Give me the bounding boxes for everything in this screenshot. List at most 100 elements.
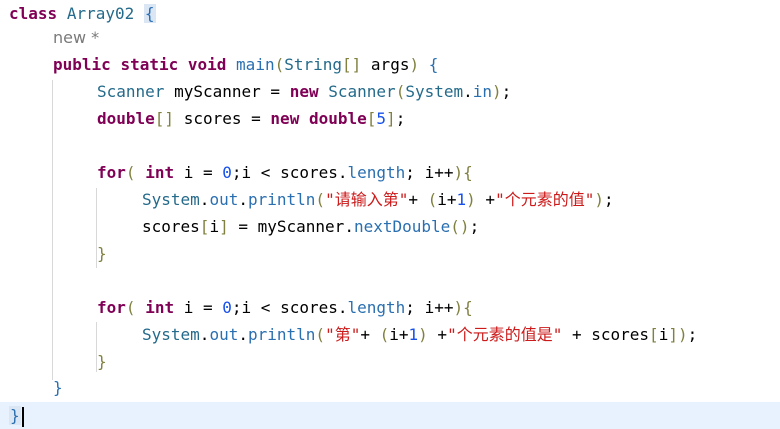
keyword-new: new xyxy=(289,82,319,101)
keyword-new: new xyxy=(270,109,300,128)
paren: ( xyxy=(379,325,390,344)
dot: . xyxy=(238,325,248,344)
keyword-void: void xyxy=(187,55,227,74)
variable-name: i xyxy=(209,217,220,236)
method-name: main xyxy=(236,55,275,74)
field-name: out xyxy=(209,325,239,344)
code-text: i+ xyxy=(389,325,409,344)
dot: . xyxy=(463,82,473,101)
keyword-class: class xyxy=(9,4,58,23)
type-name: System xyxy=(405,82,464,101)
text-cursor xyxy=(21,406,24,427)
string-literal: "第" xyxy=(325,325,361,344)
code-line-10[interactable]: } xyxy=(0,240,780,267)
keyword-public: public xyxy=(53,55,111,74)
field-name: out xyxy=(209,190,239,209)
operator: + xyxy=(475,190,496,209)
variable-name: scores xyxy=(142,217,200,236)
open-brace: { xyxy=(428,55,439,74)
bracket: [ xyxy=(649,325,659,344)
code-line-7[interactable]: for( int i = 0;i < scores.length; i++){ xyxy=(0,159,780,186)
dot: . xyxy=(199,190,210,209)
type-name: System xyxy=(142,190,200,209)
paren: ) xyxy=(677,325,688,344)
field-name: length xyxy=(347,163,406,182)
paren: ( xyxy=(125,163,136,182)
open-brace: { xyxy=(463,163,473,182)
close-brace: } xyxy=(97,352,107,371)
paren: ) xyxy=(453,163,464,182)
string-literal: "请输入第" xyxy=(325,190,409,209)
code-line-16[interactable]: } xyxy=(0,402,780,429)
paren: ( xyxy=(274,55,285,74)
variable-name: scores xyxy=(183,109,242,128)
paren: ) xyxy=(459,217,470,236)
method-call: nextDouble xyxy=(353,217,451,236)
keyword-double: double xyxy=(97,109,155,128)
semicolon: ; xyxy=(469,217,480,236)
bracket: [ xyxy=(366,109,377,128)
number-literal: 0 xyxy=(222,163,232,182)
keyword-for: for xyxy=(97,298,126,317)
close-brace: } xyxy=(9,406,21,425)
string-literal: "个元素的值是" xyxy=(447,325,563,344)
code-line-1[interactable]: class Array02 { xyxy=(0,0,780,27)
number-literal: 1 xyxy=(456,190,467,209)
code-text: + scores xyxy=(562,325,650,344)
semicolon: ; xyxy=(501,82,512,101)
brackets: [] xyxy=(154,109,175,128)
paren: ( xyxy=(427,190,438,209)
semicolon: ; xyxy=(603,190,614,209)
keyword-static: static xyxy=(120,55,179,74)
operator: + xyxy=(360,325,380,344)
open-brace: { xyxy=(143,4,156,23)
code-line-5[interactable]: double[] scores = new double[5]; xyxy=(0,105,780,132)
brackets: [] xyxy=(342,55,362,74)
number-literal: 5 xyxy=(376,109,387,128)
variable-name: myScanner xyxy=(174,82,261,101)
code-line-12[interactable]: for( int i = 0;i < scores.length; i++){ xyxy=(0,294,780,321)
field-name: in xyxy=(472,82,493,101)
number-literal: 0 xyxy=(222,298,232,317)
code-line-4[interactable]: Scanner myScanner = new Scanner(System.i… xyxy=(0,78,780,105)
bracket: ] xyxy=(386,109,396,128)
paren: ( xyxy=(315,190,326,209)
code-text: ; i++ xyxy=(405,298,454,317)
type-name: Scanner xyxy=(97,82,165,101)
inlay-hint[interactable]: new * xyxy=(53,28,99,47)
code-line-13[interactable]: System.out.println("第"+ (i+1) +"个元素的值是" … xyxy=(0,321,780,348)
code-line-14[interactable]: } xyxy=(0,348,780,375)
code-text: ;i < scores. xyxy=(231,163,348,182)
code-line-9[interactable]: scores[i] = myScanner.nextDouble(); xyxy=(0,213,780,240)
code-text: = myScanner. xyxy=(228,217,354,236)
operator: + xyxy=(427,325,448,344)
keyword-double: double xyxy=(308,109,367,128)
operator: = xyxy=(270,82,281,101)
keyword-int: int xyxy=(145,298,175,317)
number-literal: 1 xyxy=(408,325,419,344)
bracket: ] xyxy=(668,325,678,344)
operator: = xyxy=(251,109,261,128)
code-editor[interactable]: class Array02 { new * public static void… xyxy=(0,0,780,429)
type-name: String xyxy=(284,55,343,74)
paren: ( xyxy=(315,325,326,344)
code-text: i = xyxy=(174,298,223,317)
code-line-8[interactable]: System.out.println("请输入第"+ (i+1) +"个元素的值… xyxy=(0,186,780,213)
code-line-2[interactable]: new * xyxy=(0,24,780,51)
close-brace: } xyxy=(53,378,63,397)
method-call: println xyxy=(247,325,316,344)
method-call: println xyxy=(247,190,316,209)
code-text: i+ xyxy=(437,190,457,209)
param-name: args xyxy=(370,55,410,74)
keyword-int: int xyxy=(145,163,175,182)
type-name: Scanner xyxy=(328,82,396,101)
paren: ) xyxy=(594,190,604,209)
open-brace: { xyxy=(463,298,473,317)
code-line-15[interactable]: } xyxy=(0,374,780,401)
keyword-for: for xyxy=(97,163,126,182)
type-name: System xyxy=(142,325,200,344)
semicolon: ; xyxy=(395,109,406,128)
code-line-3[interactable]: public static void main(String[] args) { xyxy=(0,51,780,78)
paren: ) xyxy=(418,325,428,344)
code-text: ;i < scores. xyxy=(231,298,348,317)
